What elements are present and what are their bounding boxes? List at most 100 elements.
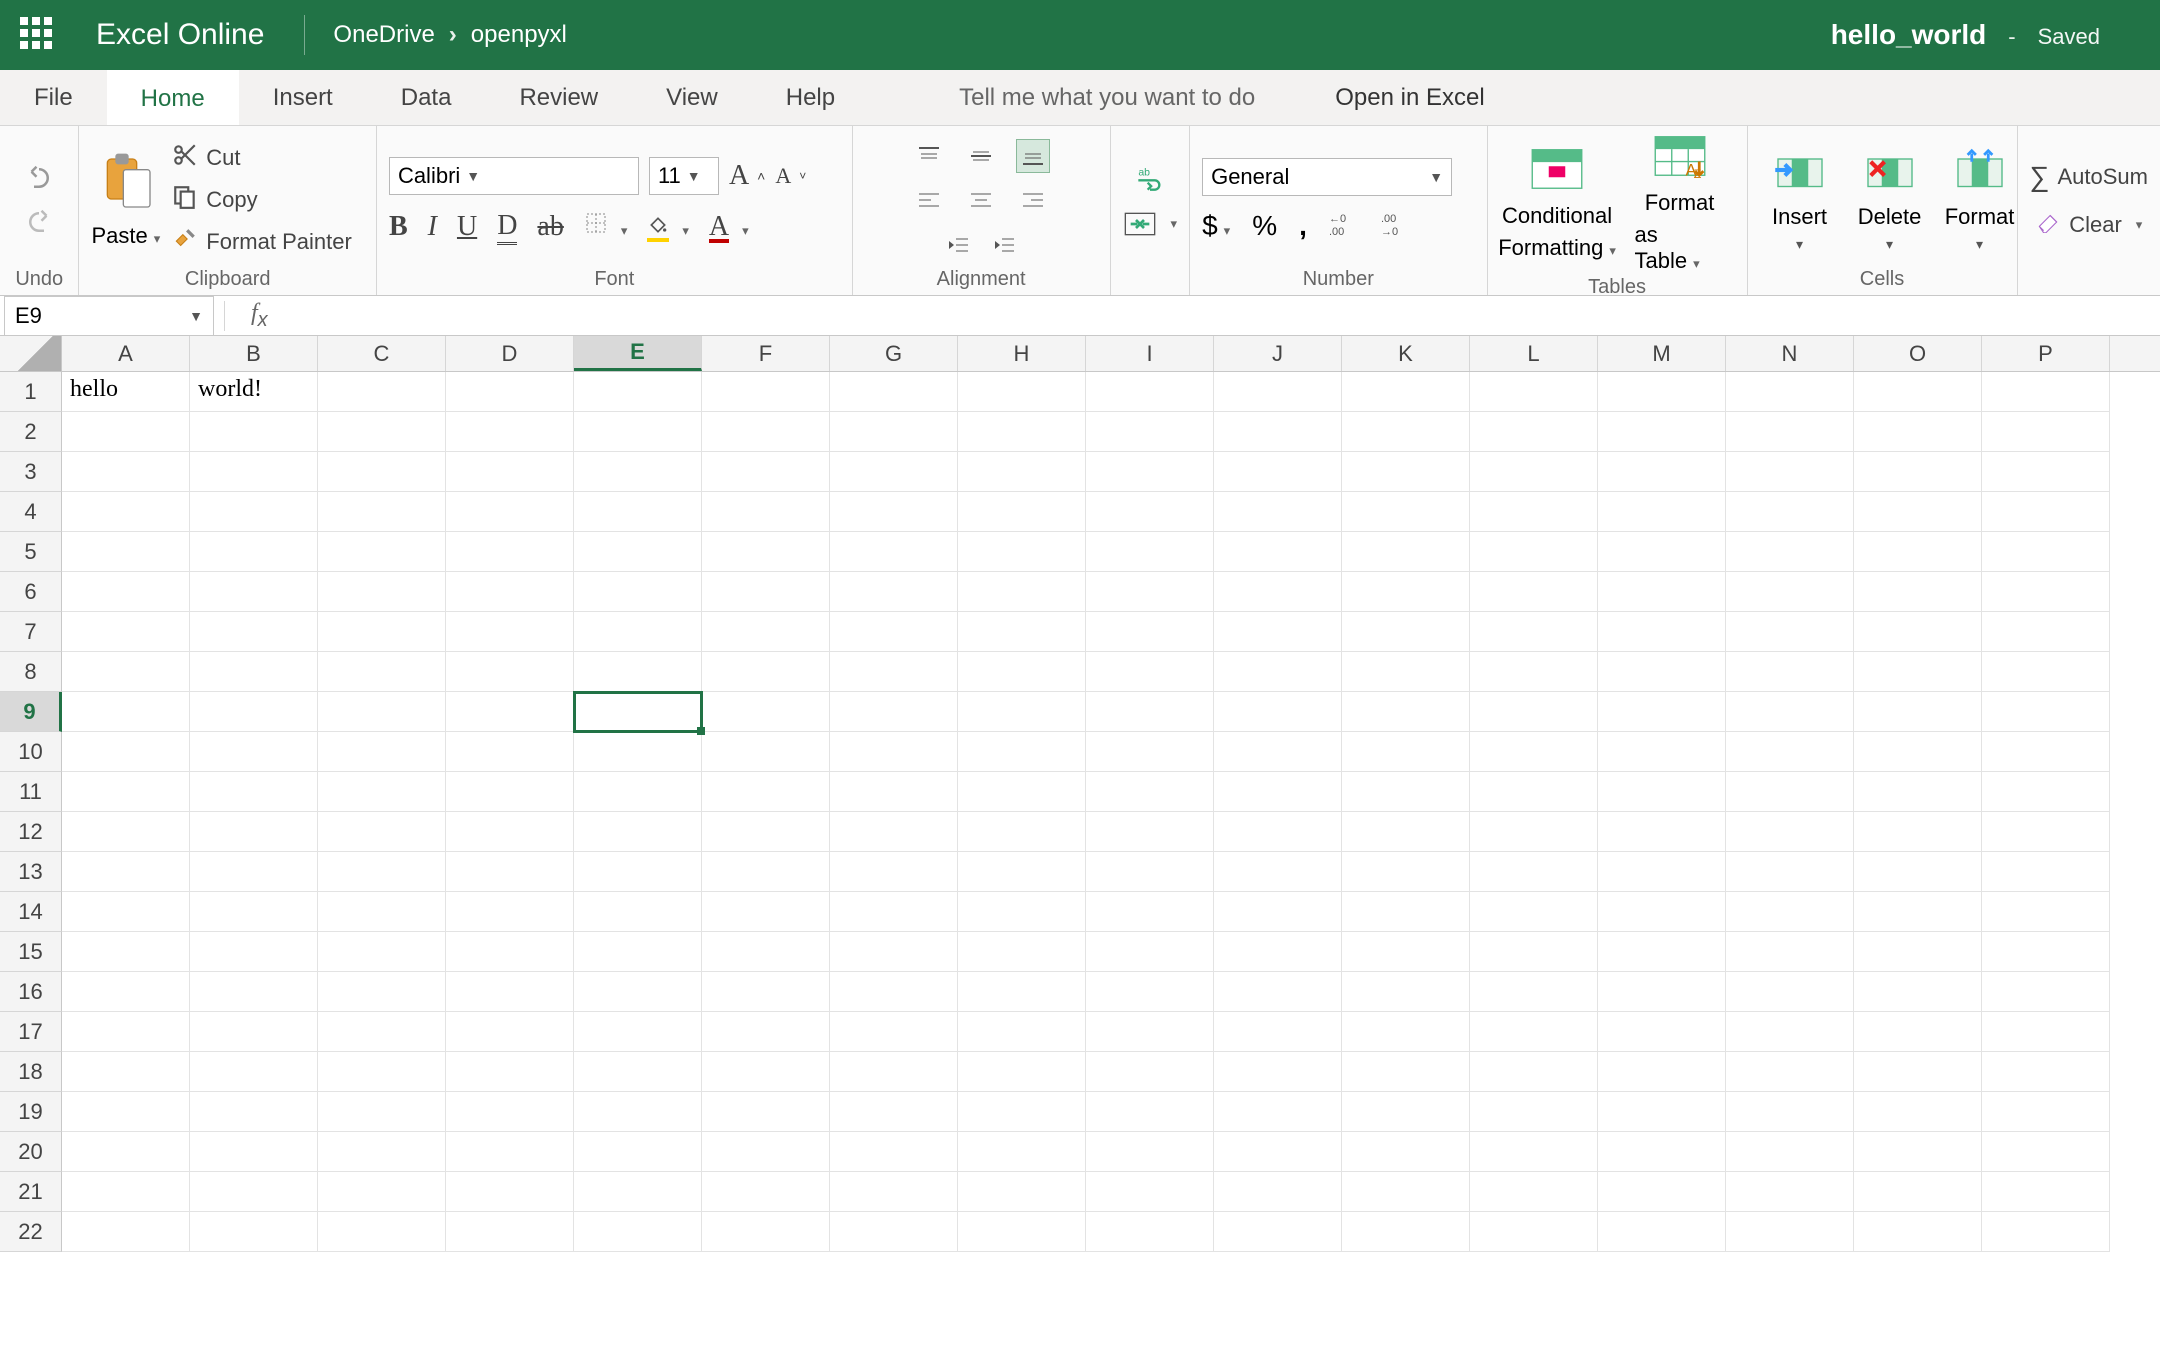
row-header[interactable]: 15	[0, 932, 62, 972]
cell[interactable]	[574, 1092, 702, 1132]
column-header[interactable]: A	[62, 336, 190, 371]
percent-format-button[interactable]: %	[1252, 210, 1277, 242]
cell[interactable]	[1086, 452, 1214, 492]
cell[interactable]	[702, 692, 830, 732]
cell[interactable]	[1470, 1092, 1598, 1132]
cell[interactable]	[830, 1212, 958, 1252]
cell[interactable]	[830, 772, 958, 812]
cell[interactable]	[62, 652, 190, 692]
cell[interactable]	[62, 812, 190, 852]
decrease-decimal-button[interactable]: .00→0	[1381, 211, 1411, 242]
cell[interactable]	[1726, 1012, 1854, 1052]
cell[interactable]	[446, 612, 574, 652]
cell[interactable]	[830, 652, 958, 692]
cell[interactable]	[1726, 452, 1854, 492]
accounting-format-button[interactable]: $	[1202, 210, 1230, 242]
clear-button[interactable]: Clear	[2035, 211, 2142, 239]
cell[interactable]	[958, 732, 1086, 772]
cell[interactable]	[1214, 1212, 1342, 1252]
cell[interactable]	[446, 732, 574, 772]
cell[interactable]	[1598, 652, 1726, 692]
row-header[interactable]: 4	[0, 492, 62, 532]
row-header[interactable]: 17	[0, 1012, 62, 1052]
cell[interactable]	[702, 1052, 830, 1092]
column-header[interactable]: B	[190, 336, 318, 371]
column-header[interactable]: P	[1982, 336, 2110, 371]
cell[interactable]	[1214, 932, 1342, 972]
cell[interactable]	[1854, 692, 1982, 732]
tab-home[interactable]: Home	[107, 70, 239, 125]
cell[interactable]	[958, 932, 1086, 972]
row-header[interactable]: 12	[0, 812, 62, 852]
cell[interactable]	[1342, 892, 1470, 932]
cell[interactable]	[1342, 532, 1470, 572]
cell[interactable]	[190, 692, 318, 732]
cell[interactable]	[830, 852, 958, 892]
row-header[interactable]: 13	[0, 852, 62, 892]
column-header[interactable]: D	[446, 336, 574, 371]
cell[interactable]	[958, 892, 1086, 932]
cell[interactable]	[1982, 1092, 2110, 1132]
column-header[interactable]: L	[1470, 336, 1598, 371]
cell[interactable]	[1854, 412, 1982, 452]
cell[interactable]	[1342, 692, 1470, 732]
grow-font-button[interactable]: A˄	[729, 160, 765, 192]
cell[interactable]	[1470, 1172, 1598, 1212]
cell[interactable]	[190, 892, 318, 932]
cell[interactable]	[1598, 772, 1726, 812]
cell[interactable]	[702, 732, 830, 772]
cell[interactable]	[1982, 772, 2110, 812]
cell[interactable]	[1470, 692, 1598, 732]
cell[interactable]	[318, 532, 446, 572]
decrease-indent-button[interactable]	[946, 235, 970, 261]
cell[interactable]	[830, 892, 958, 932]
cell[interactable]	[1086, 1012, 1214, 1052]
cell[interactable]	[1598, 372, 1726, 412]
tab-review[interactable]: Review	[485, 70, 632, 125]
cell[interactable]	[1470, 732, 1598, 772]
cell[interactable]	[1342, 932, 1470, 972]
cell[interactable]	[1214, 412, 1342, 452]
cell[interactable]	[1982, 972, 2110, 1012]
cell[interactable]	[1470, 612, 1598, 652]
cell[interactable]	[958, 372, 1086, 412]
cell[interactable]	[1854, 572, 1982, 612]
cell[interactable]	[1214, 452, 1342, 492]
cell[interactable]	[446, 412, 574, 452]
cell[interactable]	[1726, 492, 1854, 532]
cell[interactable]	[1086, 572, 1214, 612]
cell[interactable]: hello	[62, 372, 190, 412]
cell[interactable]	[1086, 412, 1214, 452]
tell-me-search[interactable]: Tell me what you want to do	[959, 70, 1255, 125]
cell[interactable]	[1086, 892, 1214, 932]
cell[interactable]	[958, 1212, 1086, 1252]
cell[interactable]	[62, 1212, 190, 1252]
row-header[interactable]: 18	[0, 1052, 62, 1092]
cell[interactable]	[190, 932, 318, 972]
cell[interactable]	[574, 652, 702, 692]
cell[interactable]	[1726, 892, 1854, 932]
cell[interactable]	[1086, 692, 1214, 732]
cell[interactable]	[830, 372, 958, 412]
cell[interactable]	[830, 612, 958, 652]
cell[interactable]	[446, 1012, 574, 1052]
cell[interactable]	[574, 412, 702, 452]
cell[interactable]	[1214, 1092, 1342, 1132]
cell[interactable]	[830, 812, 958, 852]
cell[interactable]	[1598, 1212, 1726, 1252]
cell[interactable]	[318, 412, 446, 452]
cell[interactable]	[446, 972, 574, 1012]
cell[interactable]	[574, 1172, 702, 1212]
cell[interactable]	[1726, 572, 1854, 612]
cell[interactable]	[1214, 612, 1342, 652]
cell[interactable]	[318, 1092, 446, 1132]
cell[interactable]	[62, 932, 190, 972]
cell[interactable]	[1982, 1052, 2110, 1092]
comma-format-button[interactable]: ,	[1299, 210, 1307, 242]
cell[interactable]	[1470, 1012, 1598, 1052]
cell[interactable]	[446, 652, 574, 692]
cell[interactable]	[1982, 1132, 2110, 1172]
cell[interactable]	[1470, 412, 1598, 452]
cell[interactable]	[190, 572, 318, 612]
cell[interactable]	[318, 732, 446, 772]
